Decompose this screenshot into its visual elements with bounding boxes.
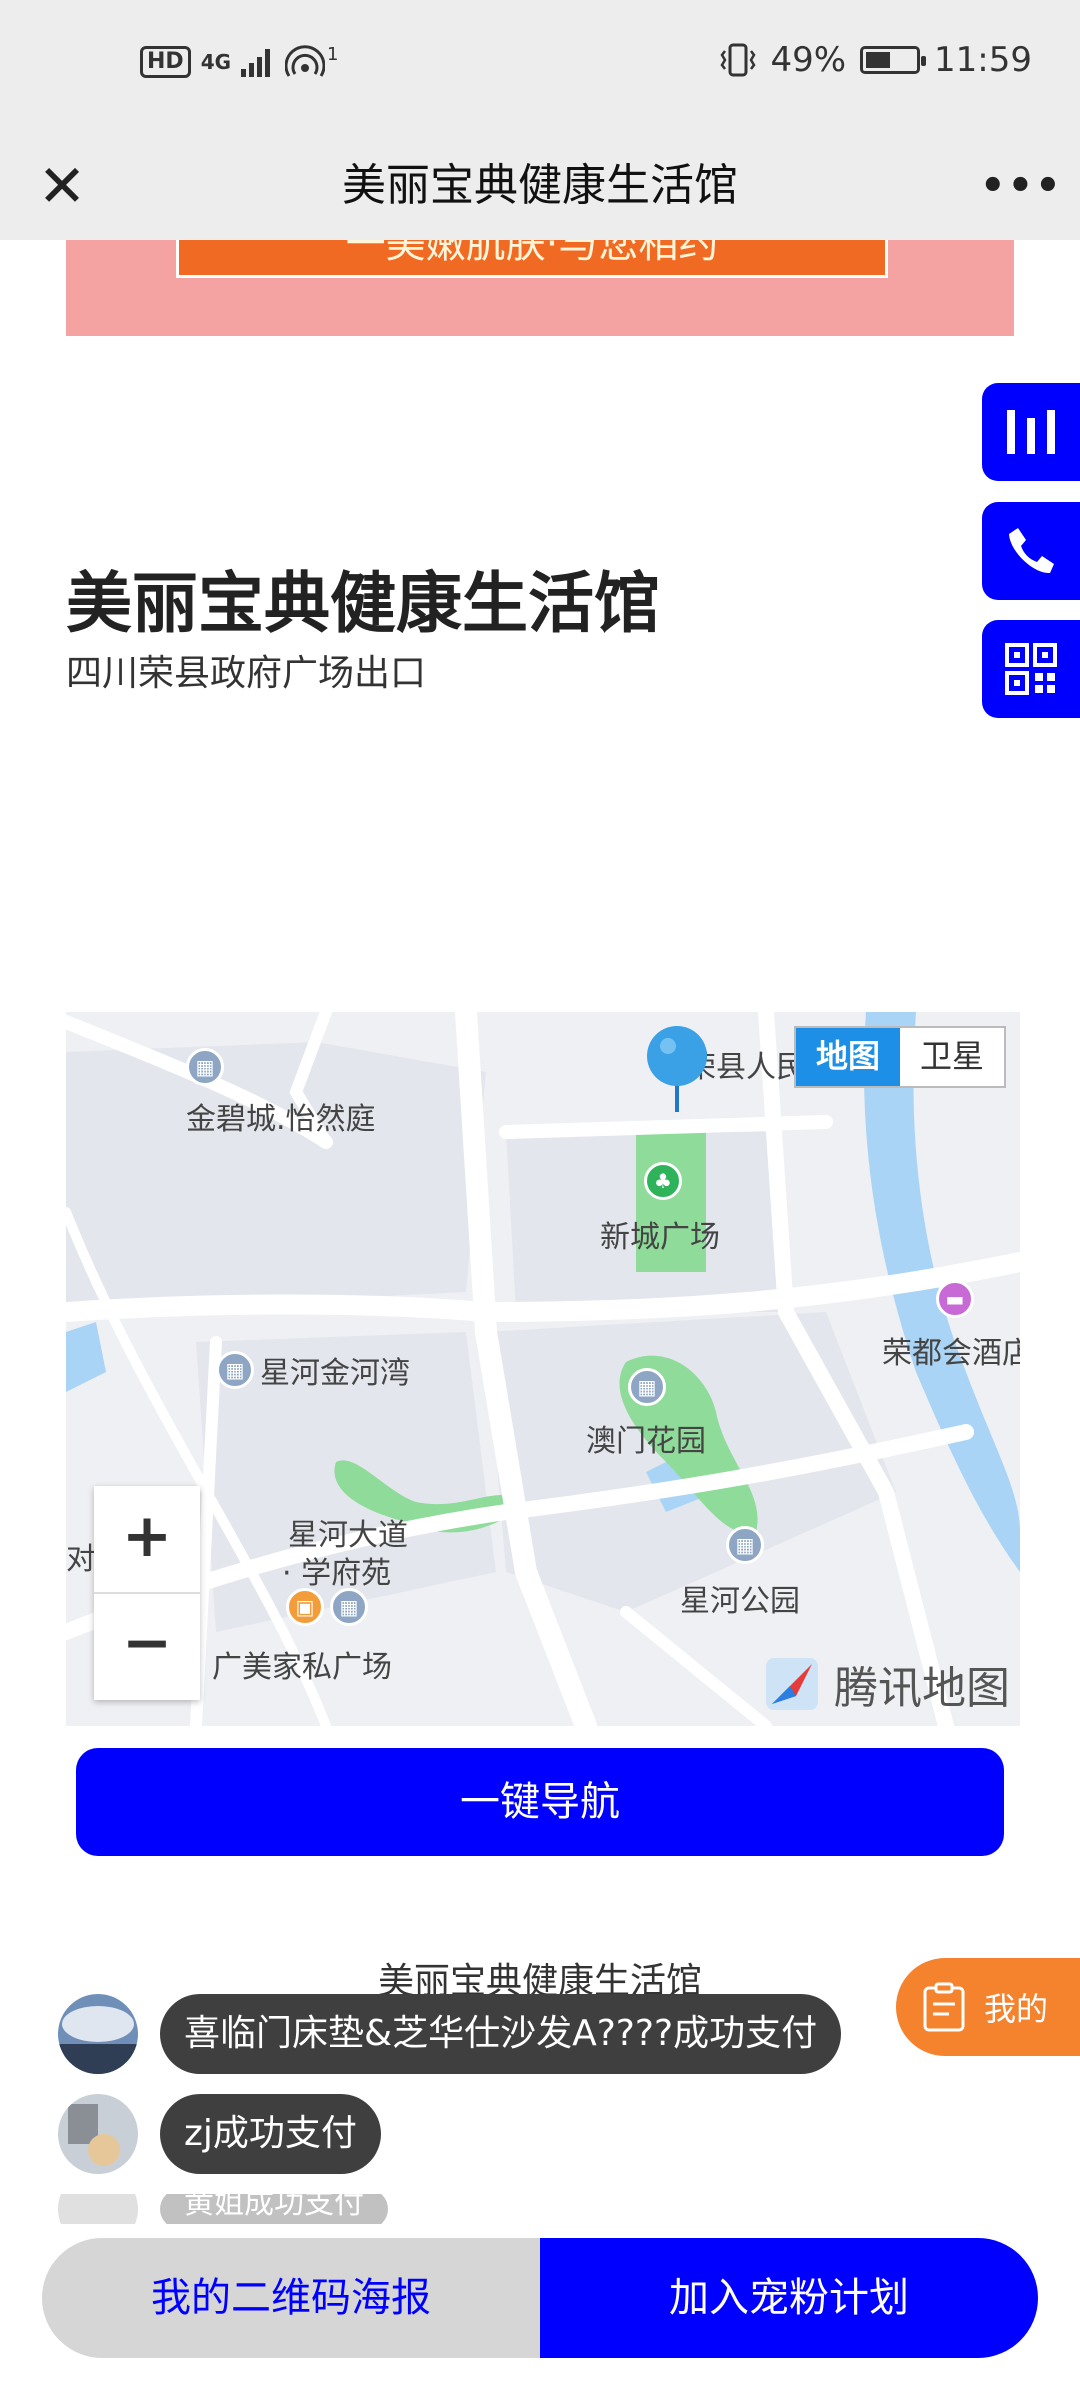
map-poi-jinbicheng[interactable]: ▦: [186, 1048, 224, 1086]
zoom-divider: [94, 1592, 200, 1594]
map-type-toggle[interactable]: 地图 卫星: [794, 1026, 1006, 1088]
payment-toast-fading: 黄姐成功支付: [58, 2194, 388, 2224]
status-bar: HD 4G 1 49% 11:59: [0, 0, 1080, 132]
map-poi-aomen: ▦: [628, 1368, 666, 1406]
page-title: 美丽宝典健康生活馆: [342, 160, 738, 211]
map-mode-button[interactable]: 地图: [796, 1028, 900, 1086]
zoom-control: + −: [94, 1486, 200, 1700]
map-label-xinghejinhewan: 星河金河湾: [260, 1356, 410, 1391]
avatar: [58, 1994, 138, 2074]
location-pin-icon: [647, 1026, 707, 1112]
status-right: 49% 11:59: [720, 40, 1032, 80]
payment-toast: 喜临门床垫&芝华仕沙发A????成功支付: [58, 1994, 842, 2074]
avatar: [58, 2094, 138, 2174]
hd-indicator: HD: [140, 46, 191, 78]
stats-icon: [1007, 410, 1055, 454]
phone-icon: [1009, 528, 1054, 574]
clock: 11:59: [934, 40, 1032, 80]
close-icon[interactable]: ✕: [30, 154, 94, 218]
map-label-xinghedadao-2: · 学府苑: [282, 1556, 392, 1591]
bottom-action-bar: 我的二维码海报 加入宠粉计划: [42, 2238, 1038, 2358]
map-label-aomenhuayuan: 澳门花园: [586, 1424, 706, 1459]
map-poi-store: ▣ ▦: [286, 1588, 368, 1626]
network-type: 4G: [200, 50, 232, 74]
building-icon: ▦: [628, 1368, 666, 1406]
building-icon: ▦: [330, 1588, 368, 1626]
phone-button[interactable]: [982, 502, 1080, 600]
avatar: [58, 2194, 138, 2224]
qr-code-icon: [1005, 643, 1057, 695]
hotel-icon: ▬: [936, 1280, 974, 1318]
signal-icon: [241, 49, 271, 77]
clipboard-icon: [923, 1982, 965, 2032]
promo-banner[interactable]: 一美嫩肌肤·与您相约: [66, 240, 1014, 336]
map-label-xinchengguangchang: 新城广场: [600, 1220, 720, 1255]
zoom-in-button[interactable]: +: [94, 1486, 200, 1593]
toast-text: 黄姐成功支付: [160, 2194, 388, 2224]
navigate-button[interactable]: 一键导航: [76, 1748, 1004, 1856]
map-label-rongduhuijiudian: 荣都会酒店: [882, 1336, 1020, 1371]
qr-button[interactable]: [982, 620, 1080, 718]
more-icon[interactable]: •••: [980, 154, 1061, 218]
battery-icon: [860, 46, 927, 74]
qr-poster-button[interactable]: 我的二维码海报: [42, 2238, 540, 2358]
banner-text: 一美嫩肌肤·与您相约: [176, 240, 888, 278]
payment-toast: zj成功支付: [58, 2094, 381, 2174]
building-icon: ▦: [726, 1526, 764, 1564]
shop-address: 四川荣县政府广场出口: [66, 653, 427, 694]
map-poi-park-icon: ♣: [644, 1162, 682, 1200]
join-plan-button[interactable]: 加入宠粉计划: [540, 2238, 1038, 2358]
stats-button[interactable]: [982, 383, 1080, 481]
toast-text: zj成功支付: [160, 2094, 381, 2174]
map-label-guangmeijiasi: 广美家私广场: [212, 1650, 392, 1685]
hotspot-icon: [285, 45, 326, 77]
building-icon: ▦: [186, 1048, 224, 1086]
map-label-jinbicheng: 金碧城.怡然庭: [186, 1102, 376, 1137]
zoom-out-button[interactable]: −: [94, 1593, 200, 1700]
title-bar: ✕ 美丽宝典健康生活馆 •••: [0, 132, 1080, 240]
building-icon: ▦: [216, 1351, 254, 1389]
page: HD 4G 1 49% 11:59 ✕ 美丽宝典健康生活馆 ••• 一美嫩肌肤·…: [0, 0, 1080, 2400]
my-button-label: 我的: [984, 1990, 1049, 2028]
park-icon: ♣: [644, 1162, 682, 1200]
map-poi-xinghejinhewan[interactable]: ▦ 星河金河湾: [216, 1348, 410, 1392]
map-view[interactable]: ▦ 金碧城.怡然庭 ♣ 新城广场 ▦ 星河金河湾 ▦ 澳门花园 ▬ 荣都会酒店 …: [66, 1012, 1020, 1726]
map-poi-hotel: ▬: [936, 1280, 974, 1318]
vibrate-icon: [720, 43, 756, 77]
toast-text: 喜临门床垫&芝华仕沙发A????成功支付: [160, 1994, 842, 2074]
map-provider-text: 腾讯地图: [834, 1663, 1010, 1714]
my-button[interactable]: 我的: [896, 1958, 1080, 2056]
shopping-icon: ▣: [286, 1588, 324, 1626]
map-provider-logo: 腾讯地图: [760, 1652, 1010, 1716]
satellite-mode-button[interactable]: 卫星: [900, 1028, 1004, 1086]
map-label-xinghegongyuan: 星河公园: [680, 1584, 800, 1619]
map-poi-park2: ▦: [726, 1526, 764, 1564]
map-label-dui: 对: [66, 1542, 96, 1577]
shop-name: 美丽宝典健康生活馆: [66, 565, 660, 642]
hotspot-count: 1: [327, 43, 339, 65]
battery-percent: 49%: [770, 40, 847, 80]
status-left: HD 4G 1: [140, 44, 338, 80]
tencent-map-icon: [766, 1658, 818, 1710]
